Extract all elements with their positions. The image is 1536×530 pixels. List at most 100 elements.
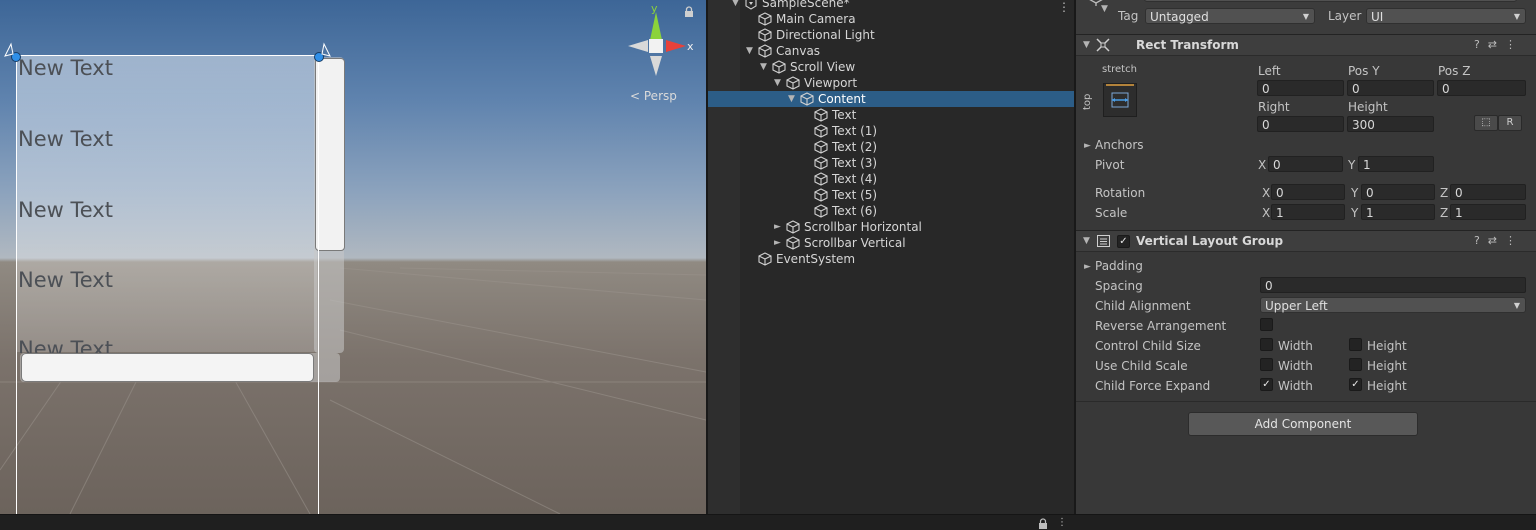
- chevron-right-icon[interactable]: ►: [774, 235, 781, 251]
- chevron-right-icon[interactable]: ►: [1084, 262, 1091, 272]
- scale-y-field[interactable]: 1: [1361, 204, 1435, 220]
- chevron-down-icon[interactable]: ▼: [774, 75, 781, 91]
- axis-x-label: x: [687, 40, 694, 53]
- vertical-scrollbar-handle[interactable]: [315, 58, 345, 251]
- hierarchy-item[interactable]: ► Scrollbar Horizontal: [708, 219, 1074, 235]
- child-force-expand-label: Child Force Expand: [1095, 379, 1211, 393]
- hierarchy-item-label: Text (6): [832, 204, 878, 218]
- rect-outline-left: [16, 55, 17, 514]
- hierarchy-item[interactable]: ▼ SampleScene*: [708, 0, 1074, 11]
- chevron-down-icon[interactable]: ▼: [732, 0, 739, 11]
- chevron-down-icon[interactable]: ▼: [1101, 4, 1108, 14]
- scale-x-field[interactable]: 1: [1271, 204, 1345, 220]
- chevron-right-icon[interactable]: ►: [774, 219, 781, 235]
- cube-icon: [814, 108, 828, 122]
- scene-view[interactable]: New Text New Text New Text New Text New …: [0, 0, 706, 514]
- rot-x-field[interactable]: 0: [1271, 184, 1345, 200]
- control-child-width-checkbox[interactable]: [1260, 338, 1273, 351]
- lock-icon[interactable]: [683, 6, 695, 18]
- add-component-button[interactable]: Add Component: [1188, 412, 1418, 436]
- hierarchy-item[interactable]: EventSystem: [708, 251, 1074, 267]
- hierarchy-item[interactable]: Main Camera: [708, 11, 1074, 27]
- layer-value: UI: [1371, 10, 1384, 24]
- hierarchy-item[interactable]: Text (2): [708, 139, 1074, 155]
- kebab-menu-icon[interactable]: ⋮: [1058, 0, 1070, 14]
- spacing-field[interactable]: 0: [1260, 277, 1526, 293]
- vlg-enabled-checkbox[interactable]: ✓: [1117, 235, 1130, 248]
- scale-z-field[interactable]: 1: [1450, 204, 1526, 220]
- blueprint-mode-button[interactable]: ⬚: [1474, 115, 1498, 131]
- preset-icon[interactable]: ⇄: [1488, 38, 1505, 51]
- preset-icon[interactable]: ⇄: [1488, 234, 1505, 247]
- use-child-scale-width-checkbox[interactable]: [1260, 358, 1273, 371]
- kebab-menu-icon[interactable]: ⋮: [1505, 234, 1524, 247]
- hierarchy-item[interactable]: ▼ Scroll View: [708, 59, 1074, 75]
- rot-y-field[interactable]: 0: [1361, 184, 1435, 200]
- scene-icon: [745, 0, 757, 10]
- control-child-height-checkbox[interactable]: [1349, 338, 1362, 351]
- hierarchy-item[interactable]: Text (3): [708, 155, 1074, 171]
- scene-text-0: New Text: [18, 56, 113, 80]
- hierarchy-item[interactable]: ▼ Viewport: [708, 75, 1074, 91]
- posz-label: Pos Z: [1438, 64, 1471, 78]
- padding-label[interactable]: Padding: [1095, 259, 1143, 273]
- help-icon[interactable]: ?: [1474, 38, 1488, 51]
- control-child-width-label: Width: [1278, 339, 1313, 353]
- height-label: Height: [1348, 100, 1388, 114]
- spacing-label: Spacing: [1095, 279, 1143, 293]
- force-expand-width-checkbox[interactable]: ✓: [1260, 378, 1273, 391]
- kebab-menu-icon[interactable]: ⋮: [1057, 517, 1067, 528]
- rect-transform-header[interactable]: ▼ Rect Transform ?⇄⋮: [1076, 34, 1536, 56]
- anchor-triangle-icon[interactable]: [3, 42, 23, 64]
- layer-dropdown[interactable]: UI ▼: [1366, 8, 1526, 24]
- vertical-layout-group-header[interactable]: ▼ ✓ Vertical Layout Group ?⇄⋮: [1076, 230, 1536, 252]
- hierarchy-item-label: Viewport: [804, 76, 858, 90]
- chevron-down-icon[interactable]: ▼: [788, 91, 795, 107]
- pivot-y-label: Y: [1348, 158, 1356, 172]
- horizontal-scrollbar-handle[interactable]: [21, 353, 314, 382]
- pivot-label: Pivot: [1095, 158, 1125, 172]
- name-field-remnant[interactable]: [1144, 0, 1517, 2]
- bottom-status-bar: ⋮: [0, 514, 1536, 530]
- pivot-x-field[interactable]: 0: [1268, 156, 1343, 172]
- reverse-arrangement-checkbox[interactable]: [1260, 318, 1273, 331]
- lock-icon[interactable]: [1038, 518, 1048, 529]
- pivot-y-field[interactable]: 1: [1358, 156, 1434, 172]
- raw-edit-button[interactable]: R: [1498, 115, 1522, 131]
- chevron-down-icon[interactable]: ▼: [1083, 236, 1090, 246]
- hierarchy-item[interactable]: Text: [708, 107, 1074, 123]
- rot-z-field[interactable]: 0: [1450, 184, 1526, 200]
- anchor-presets-button[interactable]: [1103, 83, 1137, 117]
- height-field[interactable]: 300: [1347, 116, 1434, 132]
- hierarchy-item[interactable]: Text (5): [708, 187, 1074, 203]
- help-icon[interactable]: ?: [1474, 234, 1488, 247]
- hierarchy-item[interactable]: Text (6): [708, 203, 1074, 219]
- force-expand-height-checkbox[interactable]: ✓: [1349, 378, 1362, 391]
- chevron-down-icon[interactable]: ▼: [760, 59, 767, 75]
- hierarchy-item[interactable]: Text (1): [708, 123, 1074, 139]
- cube-icon: [758, 12, 772, 26]
- tag-dropdown[interactable]: Untagged ▼: [1145, 8, 1315, 24]
- anchor-triangle-icon[interactable]: [316, 42, 336, 64]
- control-child-height-label: Height: [1367, 339, 1407, 353]
- anchor-preset-icon: [1106, 84, 1134, 108]
- hierarchy-item[interactable]: ▼ Canvas: [708, 43, 1074, 59]
- hierarchy-item[interactable]: Directional Light: [708, 27, 1074, 43]
- hierarchy-item[interactable]: Text (4): [708, 171, 1074, 187]
- child-alignment-dropdown[interactable]: Upper Left ▼: [1260, 297, 1526, 313]
- left-field[interactable]: 0: [1257, 80, 1344, 96]
- use-child-scale-height-checkbox[interactable]: [1349, 358, 1362, 371]
- persp-label[interactable]: < Persp: [630, 89, 677, 103]
- anchors-label[interactable]: Anchors: [1095, 138, 1144, 152]
- hierarchy-item[interactable]: ▼ Content: [708, 91, 1074, 107]
- cube-icon: [786, 236, 800, 250]
- kebab-menu-icon[interactable]: ⋮: [1505, 38, 1524, 51]
- chevron-down-icon[interactable]: ▼: [1083, 40, 1090, 50]
- rotation-label: Rotation: [1095, 186, 1146, 200]
- posz-field[interactable]: 0: [1437, 80, 1526, 96]
- hierarchy-item[interactable]: ► Scrollbar Vertical: [708, 235, 1074, 251]
- chevron-down-icon[interactable]: ▼: [746, 43, 753, 59]
- chevron-right-icon[interactable]: ►: [1084, 141, 1091, 151]
- right-field[interactable]: 0: [1257, 116, 1344, 132]
- posy-field[interactable]: 0: [1347, 80, 1434, 96]
